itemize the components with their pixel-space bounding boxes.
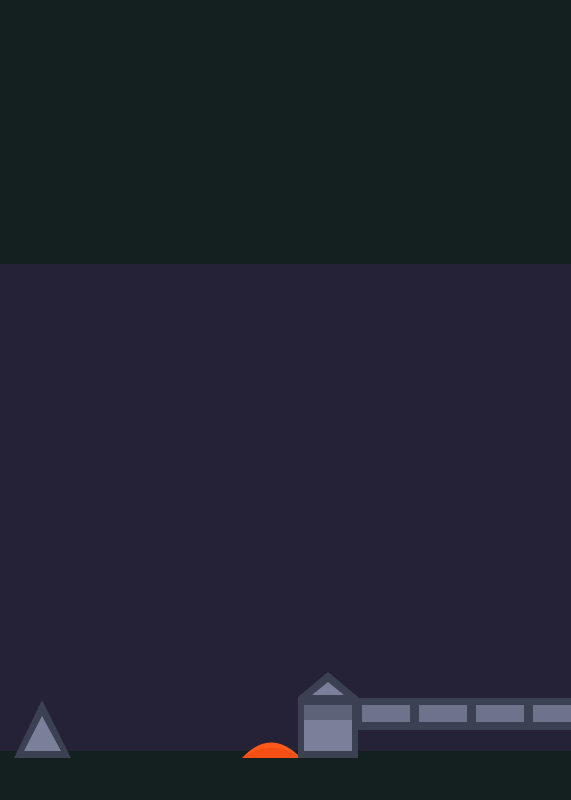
platform-rail <box>354 698 571 730</box>
platform-segment <box>476 705 524 722</box>
jump-pad-icon <box>242 742 301 758</box>
platform-segment <box>362 705 410 722</box>
level-objects <box>14 672 571 758</box>
spike-icon <box>14 700 71 758</box>
platform-segment <box>419 705 467 722</box>
game-scene <box>0 0 571 800</box>
platform-segment <box>533 705 571 722</box>
pillar-block <box>298 672 358 758</box>
